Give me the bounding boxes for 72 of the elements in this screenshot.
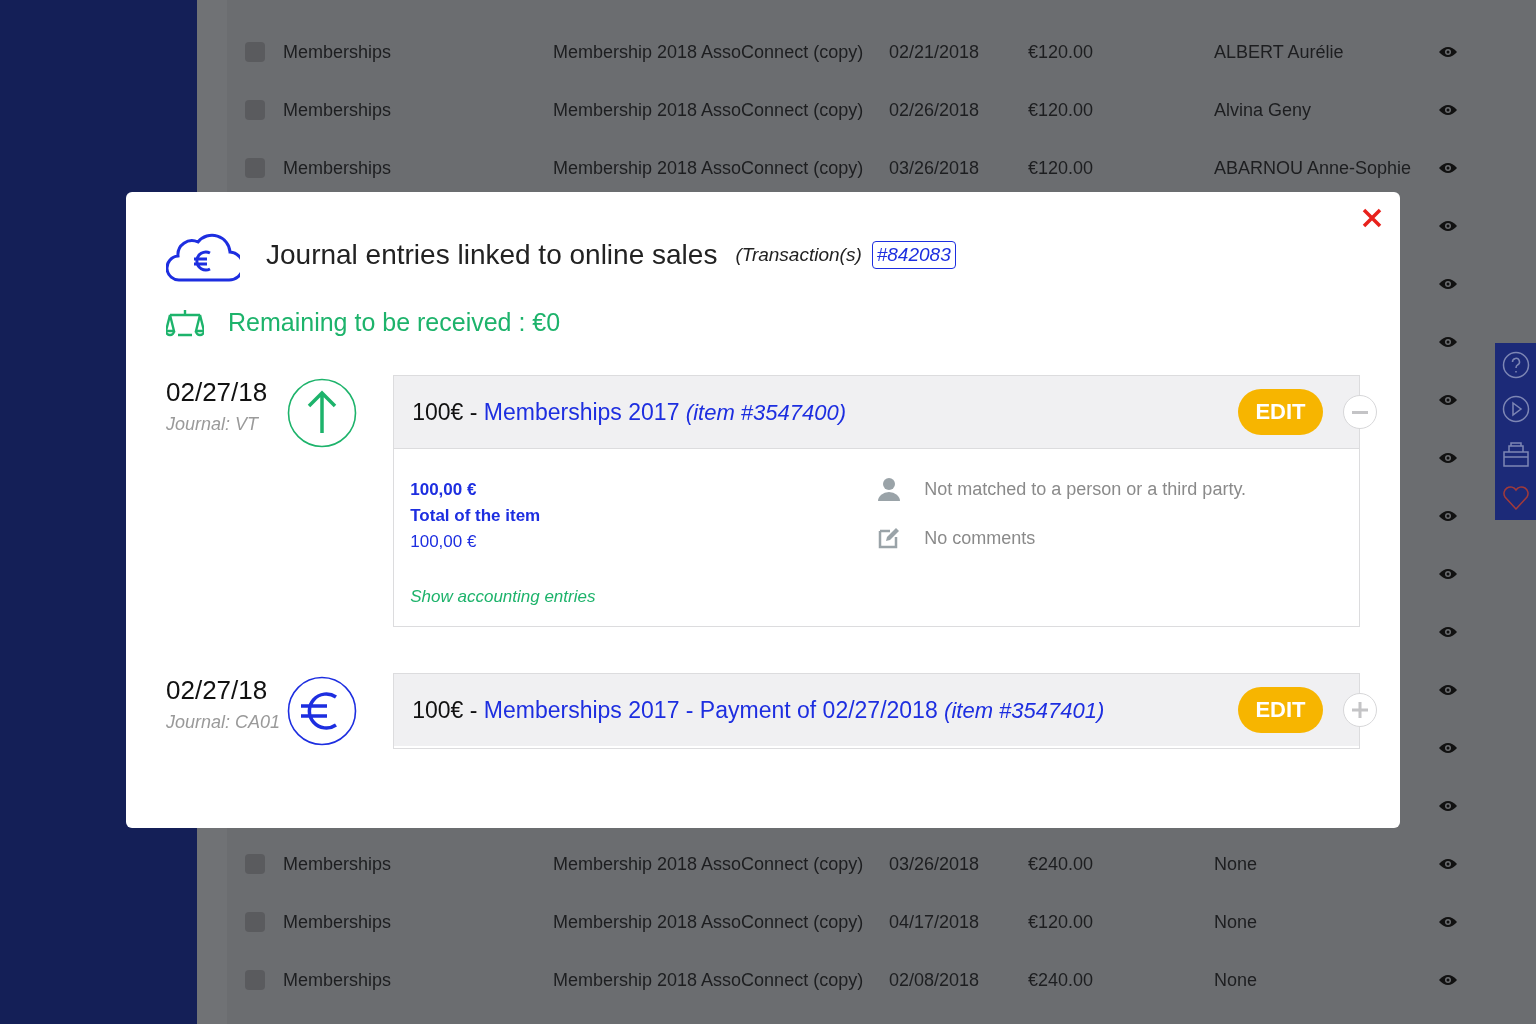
table-cell: Membership 2018 AssoConnect (copy)	[553, 157, 864, 179]
table-cell: None	[1214, 969, 1258, 991]
eye-icon[interactable]	[1439, 742, 1457, 754]
transaction-link[interactable]: #842083	[871, 241, 956, 269]
table-cell: €240.00	[1028, 853, 1094, 875]
edit-note-icon	[878, 527, 901, 549]
table-cell: Membership 2018 AssoConnect (copy)	[553, 911, 864, 933]
entry-date: 02/27/18	[166, 675, 269, 706]
help-icon[interactable]	[1501, 351, 1530, 380]
table-cell: Alvina Geny	[1214, 99, 1312, 121]
table-cell: Memberships	[283, 41, 392, 63]
entry-title[interactable]: 100€ - Memberships 2017 - Payment of 02/27/2018 (item #3547401)	[412, 696, 1238, 724]
eye-icon[interactable]	[1439, 800, 1457, 812]
close-icon[interactable]	[1362, 208, 1382, 228]
table-cell: Membership 2018 AssoConnect (copy)	[553, 853, 864, 875]
eye-icon[interactable]	[1439, 452, 1457, 464]
eye-icon[interactable]	[1439, 104, 1457, 116]
table-cell: 03/26/2018	[889, 853, 980, 875]
table-cell: Memberships	[283, 99, 392, 121]
eye-icon[interactable]	[1439, 278, 1457, 290]
eye-icon[interactable]	[1439, 394, 1457, 406]
eye-icon[interactable]	[1439, 916, 1457, 928]
table-cell: Membership 2018 AssoConnect (copy)	[553, 41, 864, 63]
table-cell: Memberships	[283, 853, 392, 875]
table-cell: €120.00	[1028, 99, 1094, 121]
scale-icon	[166, 308, 204, 337]
eye-icon[interactable]	[1439, 220, 1457, 232]
eye-icon[interactable]	[1439, 626, 1457, 638]
journal-label: Journal: VT	[166, 414, 260, 435]
plus-icon	[1352, 702, 1368, 718]
table-cell: Membership 2018 AssoConnect (copy)	[553, 99, 864, 121]
table-cell: Memberships	[283, 911, 392, 933]
table-cell: €120.00	[1028, 41, 1094, 63]
entry-date: 02/27/18	[166, 377, 269, 408]
eye-icon[interactable]	[1439, 974, 1457, 986]
total-label: Total of the item	[410, 505, 542, 527]
remaining-amount: Remaining to be received : €0	[228, 308, 561, 337]
box-icon[interactable]	[1501, 439, 1530, 468]
table-cell: 02/26/2018	[889, 99, 980, 121]
modal-subtitle: (Transaction(s)	[735, 244, 862, 266]
eye-icon[interactable]	[1439, 684, 1457, 696]
modal-title: Journal entries linked to online sales	[266, 239, 718, 271]
item-value: 100,00 €	[410, 479, 478, 501]
table-cell: Memberships	[283, 969, 392, 991]
journal-label: Journal: CA01	[166, 712, 282, 733]
table-cell: None	[1214, 853, 1258, 875]
table-cell: Memberships	[283, 157, 392, 179]
table-cell: €120.00	[1028, 157, 1094, 179]
person-icon	[878, 477, 901, 501]
eye-icon[interactable]	[1439, 46, 1457, 58]
eye-icon[interactable]	[1439, 858, 1457, 870]
eye-icon[interactable]	[1439, 336, 1457, 348]
comments-status: No comments	[924, 527, 1036, 549]
table-cell: 02/08/2018	[889, 969, 980, 991]
table-cell: None	[1214, 911, 1258, 933]
entry-title[interactable]: 100€ - Memberships 2017 (item #3547400)	[412, 398, 1238, 426]
table-cell: ALBERT Aurélie	[1214, 41, 1344, 63]
minus-icon	[1352, 410, 1368, 414]
table-cell: 02/21/2018	[889, 41, 980, 63]
total-value: 100,00 €	[410, 531, 478, 553]
eye-icon[interactable]	[1439, 568, 1457, 580]
eye-icon[interactable]	[1439, 162, 1457, 174]
eye-icon[interactable]	[1439, 510, 1457, 522]
table-cell: Membership 2018 AssoConnect (copy)	[553, 969, 864, 991]
heart-icon[interactable]	[1501, 483, 1530, 512]
table-cell: ABARNOU Anne-Sophie	[1214, 157, 1412, 179]
person-status: Not matched to a person or a third party.	[924, 478, 1247, 500]
table-cell: 04/17/2018	[889, 911, 980, 933]
table-cell: €120.00	[1028, 911, 1094, 933]
table-cell: €240.00	[1028, 969, 1094, 991]
play-icon[interactable]	[1501, 395, 1530, 424]
table-cell: 03/26/2018	[889, 157, 980, 179]
